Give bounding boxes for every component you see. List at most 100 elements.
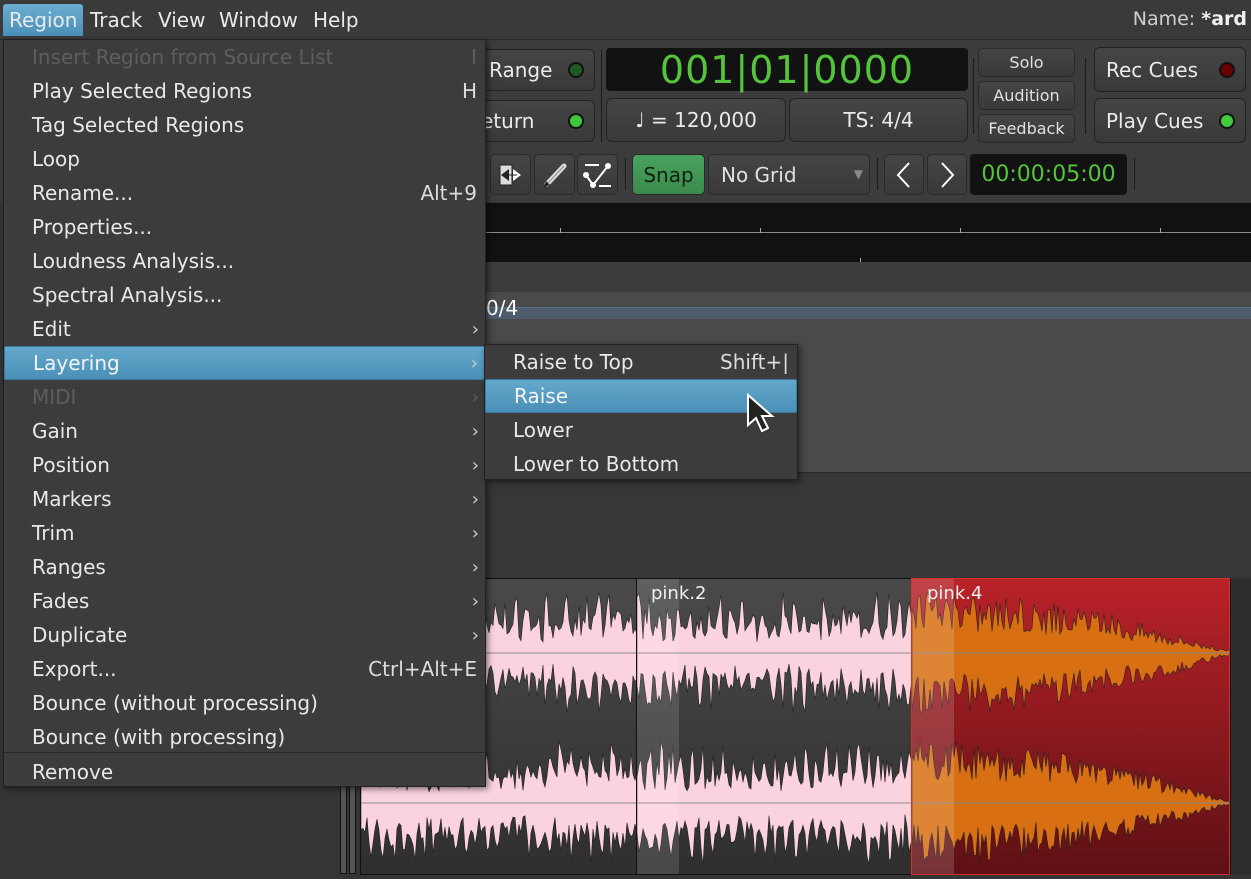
submenu-arrow-icon: › <box>471 420 479 442</box>
audition-button[interactable]: Audition <box>978 81 1075 110</box>
menu-help[interactable]: Help <box>307 4 365 36</box>
menu-item-trim[interactable]: Trim › <box>4 516 485 550</box>
draw-tool-button[interactable] <box>534 154 575 195</box>
menu-item-label: Position <box>32 453 110 477</box>
session-name-value: *ard <box>1201 8 1247 30</box>
automation-tool-button[interactable] <box>577 154 618 195</box>
primary-clock[interactable]: 001|01|0000 <box>606 48 968 92</box>
menu-item-rename[interactable]: Rename... Alt+9 <box>4 176 485 210</box>
range-label: Range <box>489 58 553 82</box>
menu-item-label: Gain <box>32 419 78 443</box>
timecode-ruler[interactable] <box>486 203 1251 233</box>
mouse-cursor-icon <box>747 393 775 433</box>
region-name: pink.2 <box>651 583 707 604</box>
submenu-arrow-icon: › <box>471 386 479 408</box>
menu-item-bounce-with-processing[interactable]: Bounce (with processing) <box>4 720 485 754</box>
menu-item-spectral-analysis[interactable]: Spectral Analysis... <box>4 278 485 312</box>
return-label: eturn <box>481 109 535 133</box>
menu-item-label: Lower <box>513 418 573 442</box>
menu-item-label: Loop <box>32 147 80 171</box>
menu-item-label: Remove <box>32 760 114 784</box>
menu-item-label: Properties... <box>32 215 153 239</box>
menu-separator <box>4 752 485 753</box>
region-menu: Insert Region from Source List I Play Sele… <box>3 39 486 787</box>
play-cues-button[interactable]: Play Cues <box>1094 98 1246 143</box>
menu-item-position[interactable]: Position › <box>4 448 485 482</box>
stretch-tool-button[interactable] <box>490 154 531 195</box>
nudge-back-button[interactable] <box>884 154 924 195</box>
menu-view[interactable]: View <box>152 4 211 36</box>
play-cues-label: Play Cues <box>1106 108 1204 133</box>
menu-item-label: Duplicate <box>32 623 128 647</box>
menu-item-duplicate[interactable]: Duplicate › <box>4 618 485 652</box>
menu-item-label: Raise <box>514 384 568 408</box>
menu-item-label: Edit <box>32 317 71 341</box>
menu-item-remove[interactable]: Remove <box>4 755 485 789</box>
menu-item-gain[interactable]: Gain › <box>4 414 485 448</box>
submenu-arrow-icon: › <box>471 488 479 510</box>
region-name: pink.4 <box>927 583 983 604</box>
menu-item-layering[interactable]: Layering › <box>4 346 485 380</box>
menu-item-label: Layering <box>33 351 120 375</box>
submenu-arrow-icon: › <box>470 352 478 374</box>
menu-item-bounce-without-processing[interactable]: Bounce (without processing) <box>4 686 485 720</box>
menu-item-label: Bounce (with processing) <box>32 725 286 749</box>
menu-item-label: Export... <box>32 657 117 681</box>
submenu-item-lower-to-bottom[interactable]: Lower to Bottom <box>485 447 797 481</box>
time-signature-button[interactable]: TS: 4/4 <box>789 98 968 142</box>
menu-item-label: Bounce (without processing) <box>32 691 318 715</box>
separator <box>1085 58 1086 134</box>
meter-marker-bar <box>486 307 1251 319</box>
menu-item-markers[interactable]: Markers › <box>4 482 485 516</box>
submenu-arrow-icon: › <box>471 590 479 612</box>
menu-item-properties[interactable]: Properties... <box>4 210 485 244</box>
menu-window[interactable]: Window <box>213 4 304 36</box>
menu-item-accelerator: H <box>461 79 477 103</box>
return-led-icon <box>568 113 584 129</box>
menu-item-label: Tag Selected Regions <box>32 113 245 137</box>
menu-item-export[interactable]: Export... Ctrl+Alt+E <box>4 652 485 686</box>
chevron-down-icon: ▼ <box>853 167 863 181</box>
menu-item-label: Fades <box>32 589 90 613</box>
snap-button[interactable]: Snap <box>632 154 705 195</box>
separator <box>877 158 878 190</box>
submenu-arrow-icon: › <box>471 556 479 578</box>
menu-item-insert-region-from-source-list: Insert Region from Source List I <box>4 40 485 74</box>
tempo-button[interactable]: ♩ = 120,000 <box>606 98 786 142</box>
tempo-ruler[interactable] <box>486 262 1251 292</box>
menu-region[interactable]: Region <box>3 4 84 36</box>
menu-item-loudness-analysis[interactable]: Loudness Analysis... <box>4 244 485 278</box>
menu-item-loop[interactable]: Loop <box>4 142 485 176</box>
chevron-right-icon <box>941 161 955 188</box>
fade-in-handle[interactable] <box>912 579 954 874</box>
nudge-forward-button[interactable] <box>927 154 967 195</box>
nudge-clock[interactable]: 00:00:05:00 <box>970 154 1127 195</box>
track-canvas-gap[interactable] <box>486 474 1251 578</box>
meter-ruler[interactable]: 0/4 <box>486 292 1251 329</box>
menu-item-edit[interactable]: Edit › <box>4 312 485 346</box>
region-pink-4-selected[interactable]: pink.4 <box>911 578 1230 875</box>
menu-item-label: Trim <box>32 521 75 545</box>
bbt-ruler[interactable] <box>486 233 1251 263</box>
grid-select-value: No Grid <box>721 162 797 187</box>
menu-item-ranges[interactable]: Ranges › <box>4 550 485 584</box>
menu-item-play-selected-regions[interactable]: Play Selected Regions H <box>4 74 485 108</box>
menu-item-accelerator: Ctrl+Alt+E <box>368 657 477 681</box>
grid-select[interactable]: No Grid ▼ <box>708 154 870 195</box>
submenu-arrow-icon: › <box>471 318 479 340</box>
menu-track[interactable]: Track <box>84 4 148 36</box>
feedback-button[interactable]: Feedback <box>978 114 1075 143</box>
menu-item-fades[interactable]: Fades › <box>4 584 485 618</box>
region-pink-2[interactable]: pink.2 <box>636 578 912 875</box>
submenu-arrow-icon: › <box>471 454 479 476</box>
solo-button[interactable]: Solo <box>978 48 1075 77</box>
menu-item-label: Spectral Analysis... <box>32 283 223 307</box>
menu-item-label: Lower to Bottom <box>513 452 680 476</box>
menu-item-tag-selected-regions[interactable]: Tag Selected Regions <box>4 108 485 142</box>
stretch-icon <box>499 164 521 185</box>
submenu-item-raise-to-top[interactable]: Raise to Top Shift+| <box>485 345 797 379</box>
play-cues-led-icon <box>1219 112 1235 129</box>
rec-cues-button[interactable]: Rec Cues <box>1094 47 1246 92</box>
fade-in-handle[interactable] <box>637 579 679 874</box>
menu-item-accelerator: I <box>471 45 477 69</box>
